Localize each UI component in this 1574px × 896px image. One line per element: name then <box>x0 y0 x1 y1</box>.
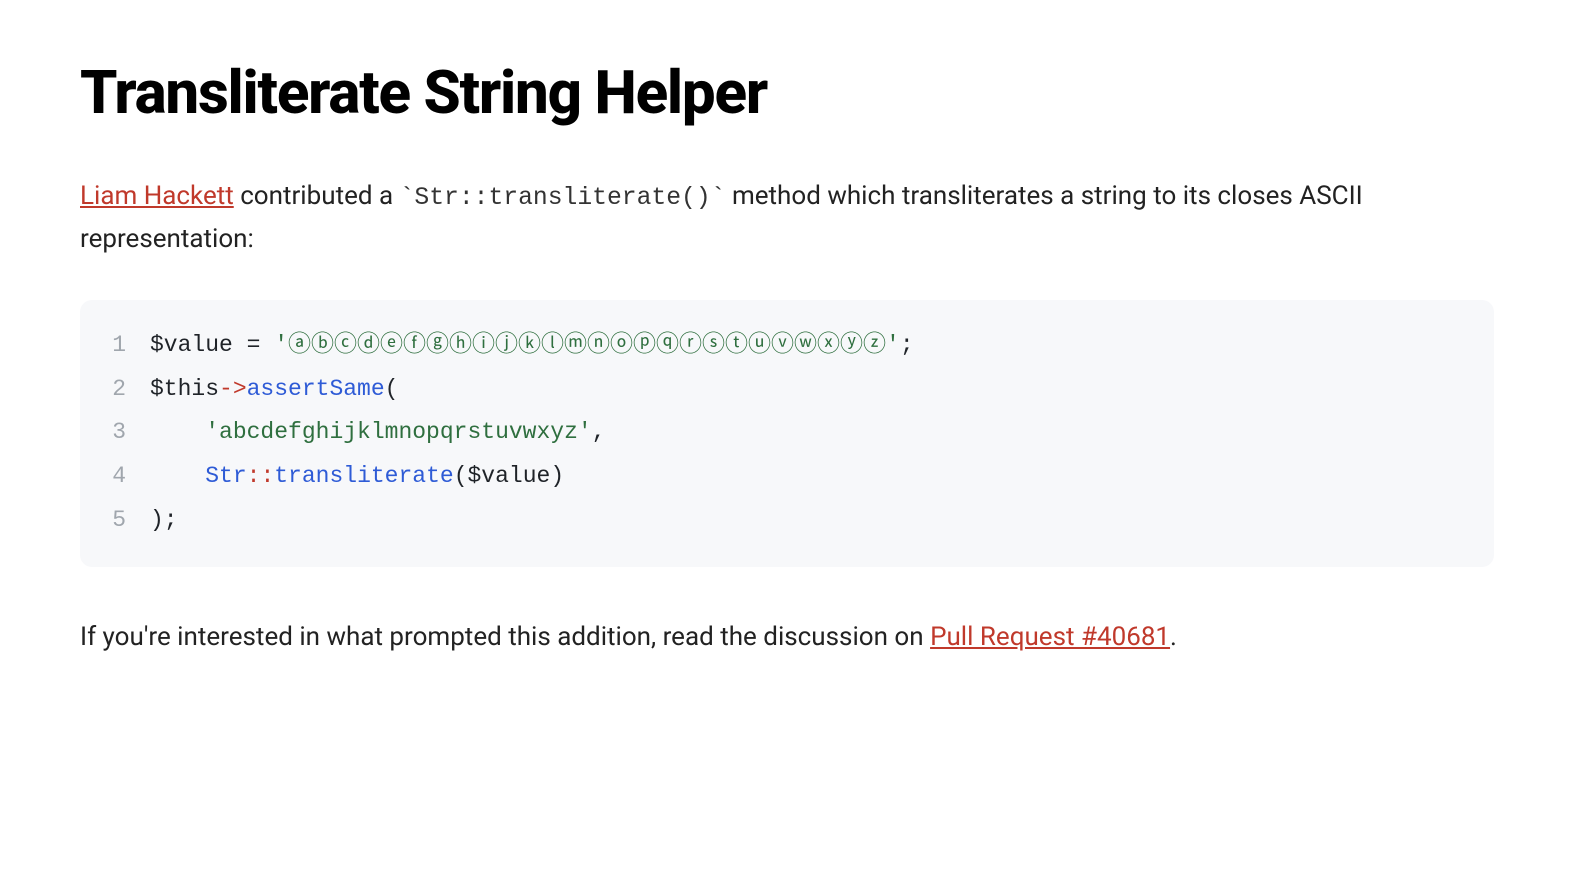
code-token: 'ⓐⓑⓒⓓⓔⓕⓖⓗⓘⓙⓚⓛⓜⓝⓞⓟⓠⓡⓢⓣⓤⓥⓦⓧⓨⓩ' <box>274 332 900 358</box>
intro-paragraph: Liam Hackett contributed a `Str::transli… <box>80 176 1494 260</box>
code-token: $this <box>150 376 219 402</box>
code-block: 1$value = 'ⓐⓑⓒⓓⓔⓕⓖⓗⓘⓙⓚⓛⓜⓝⓞⓟⓠⓡⓢⓣⓤⓥⓦⓧⓨⓩ';2… <box>80 300 1494 566</box>
code-token: ); <box>150 507 178 533</box>
code-token: :: <box>247 463 275 489</box>
code-line: 3 'abcdefghijklmnopqrstuvwxyz', <box>110 411 1464 455</box>
inline-code: `Str::transliterate()` <box>400 184 726 212</box>
code-line: 4 Str::transliterate($value) <box>110 455 1464 499</box>
code-content: ); <box>150 499 178 543</box>
code-token: ; <box>900 332 914 358</box>
code-token: = <box>233 332 274 358</box>
author-link[interactable]: Liam Hackett <box>80 181 234 211</box>
code-line: 1$value = 'ⓐⓑⓒⓓⓔⓕⓖⓗⓘⓙⓚⓛⓜⓝⓞⓟⓠⓡⓢⓣⓤⓥⓦⓧⓨⓩ'; <box>110 324 1464 368</box>
code-content: 'abcdefghijklmnopqrstuvwxyz', <box>150 411 606 455</box>
code-token: Str <box>205 463 246 489</box>
outro-text-1: If you're interested in what prompted th… <box>80 622 930 652</box>
code-line: 5); <box>110 499 1464 543</box>
intro-text-1: contributed a <box>234 181 400 211</box>
code-token <box>150 419 205 445</box>
code-content: Str::transliterate($value) <box>150 455 564 499</box>
code-content: $this->assertSame( <box>150 368 398 412</box>
line-number: 4 <box>110 455 150 499</box>
code-token: $value <box>468 463 551 489</box>
code-content: $value = 'ⓐⓑⓒⓓⓔⓕⓖⓗⓘⓙⓚⓛⓜⓝⓞⓟⓠⓡⓢⓣⓤⓥⓦⓧⓨⓩ'; <box>150 324 914 368</box>
code-token: -> <box>219 376 247 402</box>
outro-text-2: . <box>1170 622 1177 652</box>
line-number: 1 <box>110 324 150 368</box>
outro-paragraph: If you're interested in what prompted th… <box>80 617 1494 659</box>
code-token <box>150 463 205 489</box>
code-token: , <box>592 419 606 445</box>
code-line: 2$this->assertSame( <box>110 368 1464 412</box>
line-number: 5 <box>110 499 150 543</box>
pull-request-link[interactable]: Pull Request #40681 <box>930 622 1170 652</box>
code-token: ( <box>385 376 399 402</box>
section-heading: Transliterate String Helper <box>80 60 1494 126</box>
code-token: ( <box>454 463 468 489</box>
code-token: ) <box>550 463 564 489</box>
code-token: 'abcdefghijklmnopqrstuvwxyz' <box>205 419 591 445</box>
code-token: $value <box>150 332 233 358</box>
line-number: 2 <box>110 368 150 412</box>
code-token: transliterate <box>274 463 453 489</box>
line-number: 3 <box>110 411 150 455</box>
code-token: assertSame <box>247 376 385 402</box>
